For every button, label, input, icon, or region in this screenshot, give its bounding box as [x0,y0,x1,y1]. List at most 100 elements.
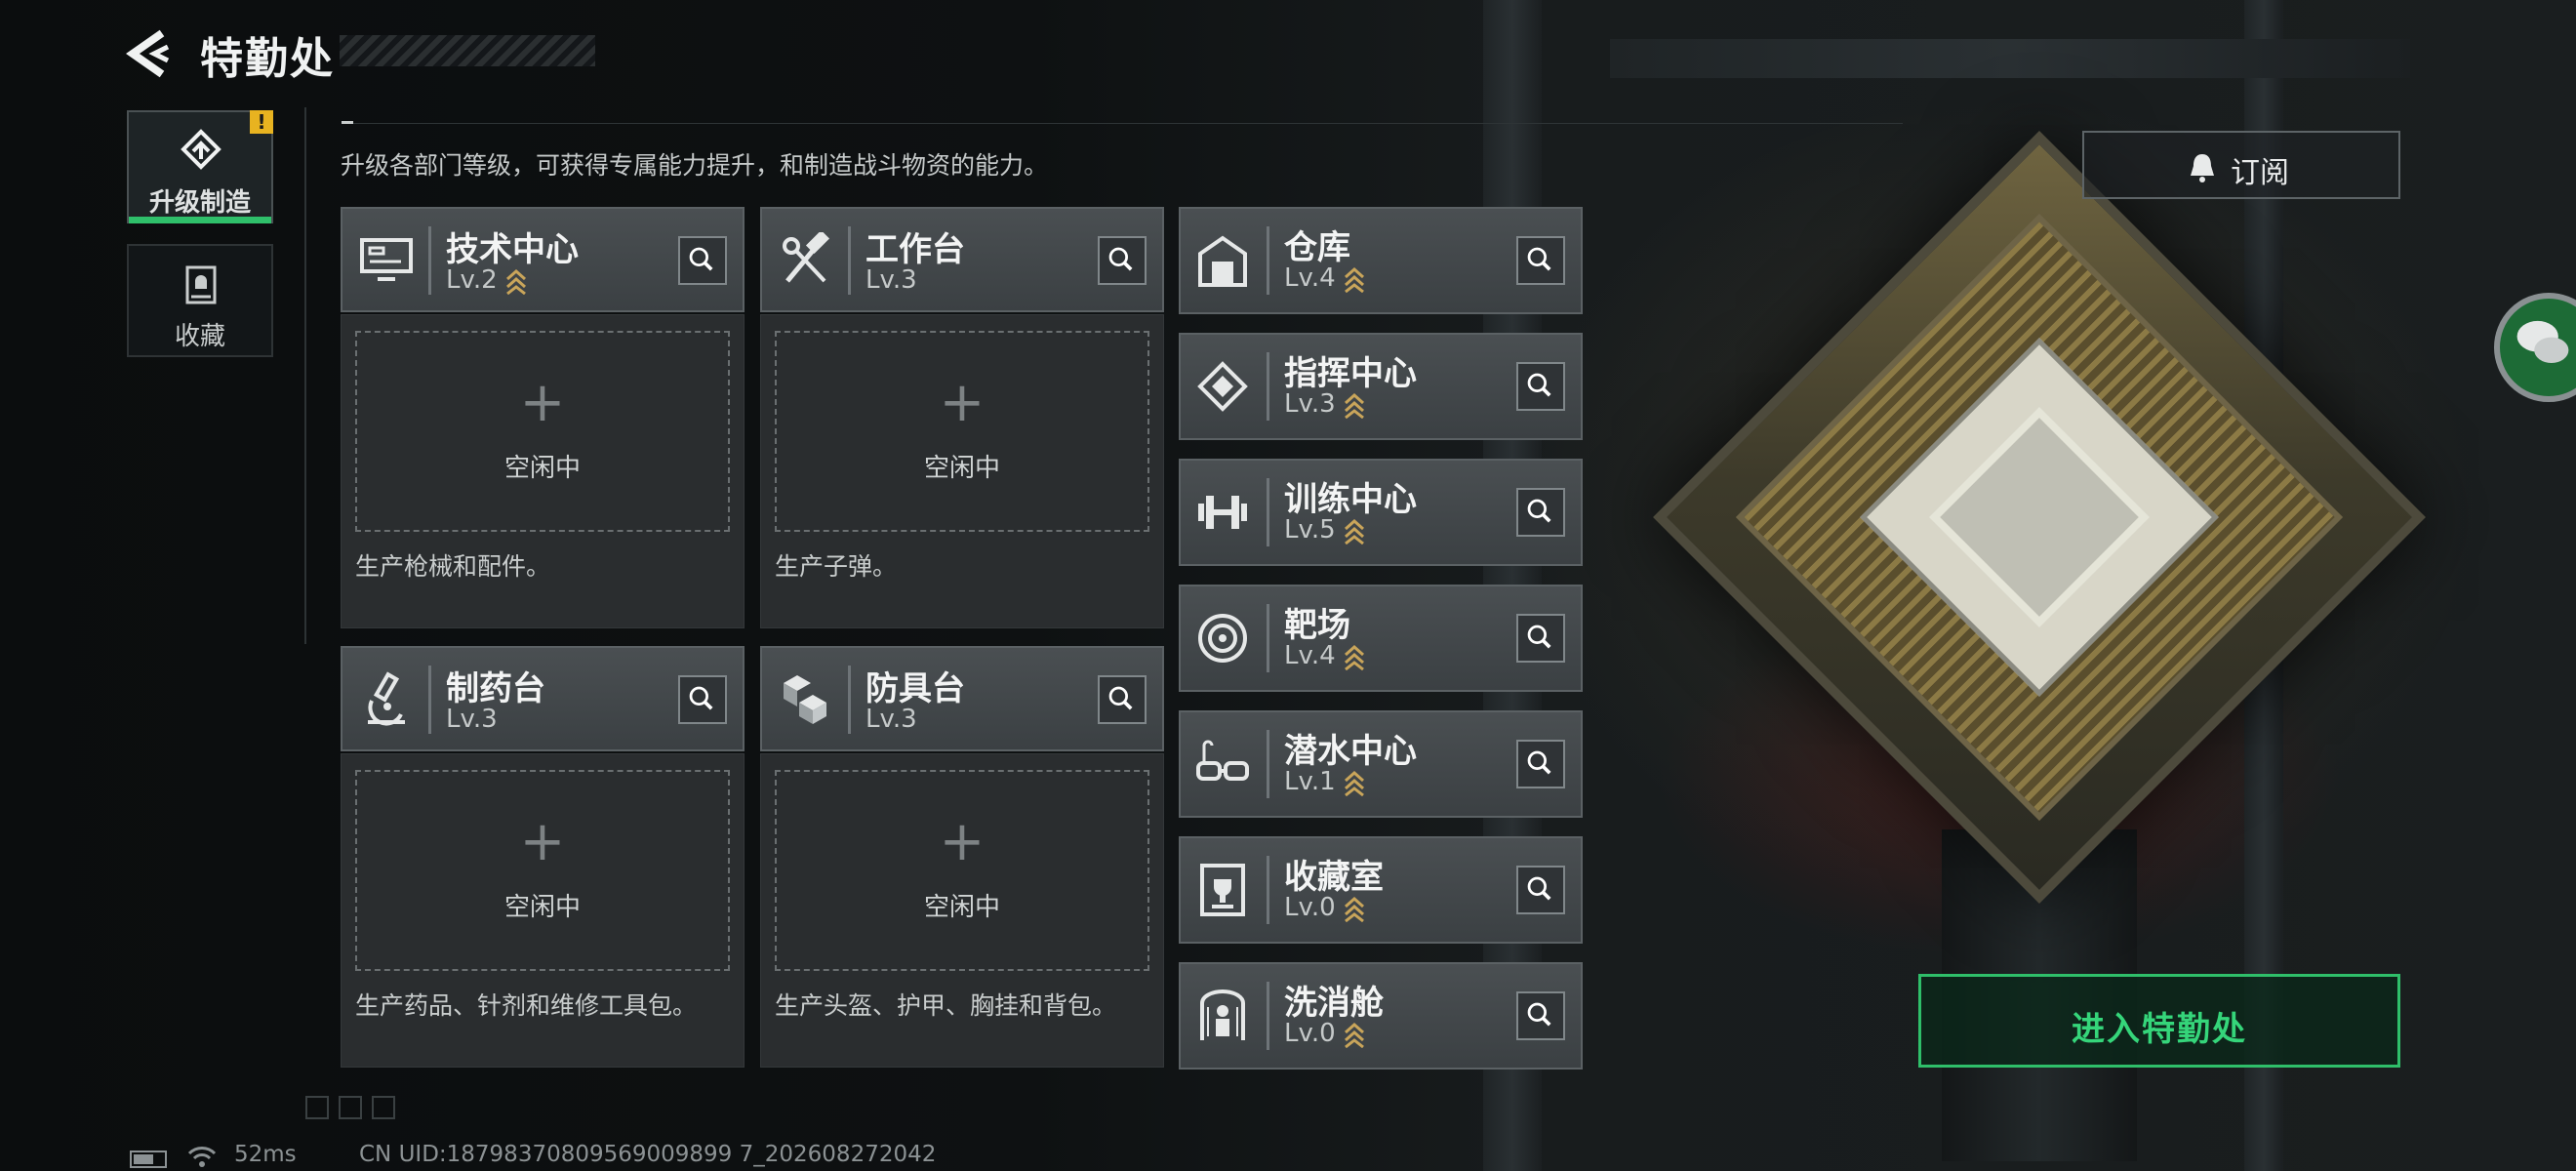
upgrade-available-icon [1344,392,1364,419]
grid-marks-decoration [304,1095,412,1120]
facility-body-pharmacy: + 空闲中 生产药品、针剂和维修工具包。 [341,753,745,1068]
search-button[interactable] [678,236,727,285]
chat-icon [2516,320,2569,363]
search-button[interactable] [1516,614,1565,663]
user-uid: CN UID:18798370809569009899 7_2026082720… [359,1142,937,1167]
add-icon: + [939,371,986,434]
search-button[interactable] [1516,991,1565,1040]
facility-body-workbench: + 空闲中 生产子弹。 [760,314,1164,628]
magnifier-icon [1527,247,1551,271]
facility-card-command-center[interactable]: 指挥中心 Lv.3 [1179,333,1583,440]
bell-icon [2191,154,2214,182]
magnifier-icon [1527,1002,1551,1027]
target-icon [1198,614,1247,663]
facility-name: 靶场 [1284,606,1350,645]
facility-body-armor-bench: + 空闲中 生产头盔、护甲、胸挂和背包。 [760,753,1164,1068]
facility-name: 制药台 [446,669,545,708]
facility-card-decontamination[interactable]: 洗消舱 Lv.0 [1179,962,1583,1070]
warehouse-icon [1198,235,1247,287]
magnifier-icon [1527,373,1551,397]
wifi-icon [187,1147,217,1167]
facility-name: 防具台 [865,669,965,708]
page-title: 特勤处 [200,34,335,84]
alert-badge: ! [250,110,273,134]
add-icon: + [519,810,566,873]
command-icon [1197,361,1248,412]
add-icon: + [519,371,566,434]
facility-name: 洗消舱 [1284,984,1384,1023]
upgrade-available-icon [1344,518,1364,545]
dumbbell-icon [1198,496,1247,529]
search-button[interactable] [1516,362,1565,411]
tools-icon [783,232,830,283]
upgrade-available-icon [1344,896,1364,922]
tab-upgrade-manufacture[interactable]: 升级制造 ! [127,110,273,223]
facility-card-diving-center[interactable]: 潜水中心 Lv.1 [1179,710,1583,818]
production-slot[interactable]: + 空闲中 [775,770,1149,971]
magnifier-icon [689,247,713,271]
production-slot[interactable]: + 空闲中 [355,331,730,532]
search-button[interactable] [678,675,727,724]
subscribe-button[interactable]: 订阅 [2082,131,2400,199]
magnifier-icon [1527,876,1551,901]
computer-icon [360,238,413,281]
page-description: 升级各部门等级，可获得专属能力提升，和制造战斗物资的能力。 [341,151,1049,180]
facility-card-workbench[interactable]: 工作台 Lv.3 [760,207,1164,312]
facility-name: 仓库 [1284,228,1350,267]
subscribe-label: 订阅 [2231,156,2289,190]
slot-status: 空闲中 [923,893,1000,922]
back-arrow-icon[interactable] [125,29,174,78]
facility-level: Lv.2 [446,265,527,295]
enter-special-ops-button[interactable]: 进入特勤处 [1918,974,2400,1068]
facility-card-tech-center[interactable]: 技术中心 Lv.2 [341,207,745,312]
upgrade-available-icon [1344,770,1364,796]
facility-name: 潜水中心 [1284,732,1417,771]
divider-marker [342,121,353,124]
search-button[interactable] [1516,488,1565,537]
collection-case-icon [185,265,217,304]
title-stripe-decoration [340,35,595,66]
facility-description: 生产枪械和配件。 [355,552,551,581]
magnifier-icon [1108,247,1133,271]
search-button[interactable] [1098,236,1147,285]
slot-status: 空闲中 [503,454,581,483]
facility-card-shooting-range[interactable]: 靶场 Lv.4 [1179,585,1583,692]
production-slot[interactable]: + 空闲中 [355,770,730,971]
facility-name: 指挥中心 [1284,354,1417,393]
magnifier-icon [689,686,713,710]
upgrade-gear-icon [181,129,221,170]
add-icon: + [939,810,986,873]
facility-card-pharmacy[interactable]: 制药台 Lv.3 [341,646,745,751]
upgrade-available-icon [1344,1022,1364,1048]
facility-body-tech-center: + 空闲中 生产枪械和配件。 [341,314,745,628]
production-slot[interactable]: + 空闲中 [775,331,1149,532]
tab-collection[interactable]: 收藏 [127,244,273,357]
ping-readout: 52ms [234,1142,297,1167]
tab-label: 升级制造 [148,188,251,218]
facility-level: Lv.1 [1284,767,1365,796]
facility-level: Lv.0 [1284,893,1365,922]
facility-description: 生产头盔、护甲、胸挂和背包。 [775,991,1117,1020]
facility-card-warehouse[interactable]: 仓库 Lv.4 [1179,207,1583,314]
enter-label: 进入特勤处 [2072,1010,2247,1049]
facility-description: 生产子弹。 [775,552,898,581]
facility-name: 训练中心 [1284,480,1417,519]
search-button[interactable] [1516,866,1565,914]
facility-level: Lv.3 [865,265,917,295]
facility-level: Lv.4 [1284,641,1365,670]
divider [304,107,306,644]
search-button[interactable] [1098,675,1147,724]
microscope-icon [368,671,405,726]
facility-level: Lv.4 [1284,263,1365,293]
facility-level: Lv.3 [446,705,498,734]
search-button[interactable] [1516,740,1565,788]
magnifier-icon [1527,750,1551,775]
facility-card-armor-bench[interactable]: 防具台 Lv.3 [760,646,1164,751]
facility-card-collection-room[interactable]: 收藏室 Lv.0 [1179,836,1583,944]
magnifier-icon [1527,625,1551,649]
facility-name: 收藏室 [1284,858,1384,897]
upgrade-available-icon [1344,644,1364,670]
facility-level: Lv.5 [1284,515,1365,545]
search-button[interactable] [1516,236,1565,285]
facility-card-training-center[interactable]: 训练中心 Lv.5 [1179,459,1583,566]
